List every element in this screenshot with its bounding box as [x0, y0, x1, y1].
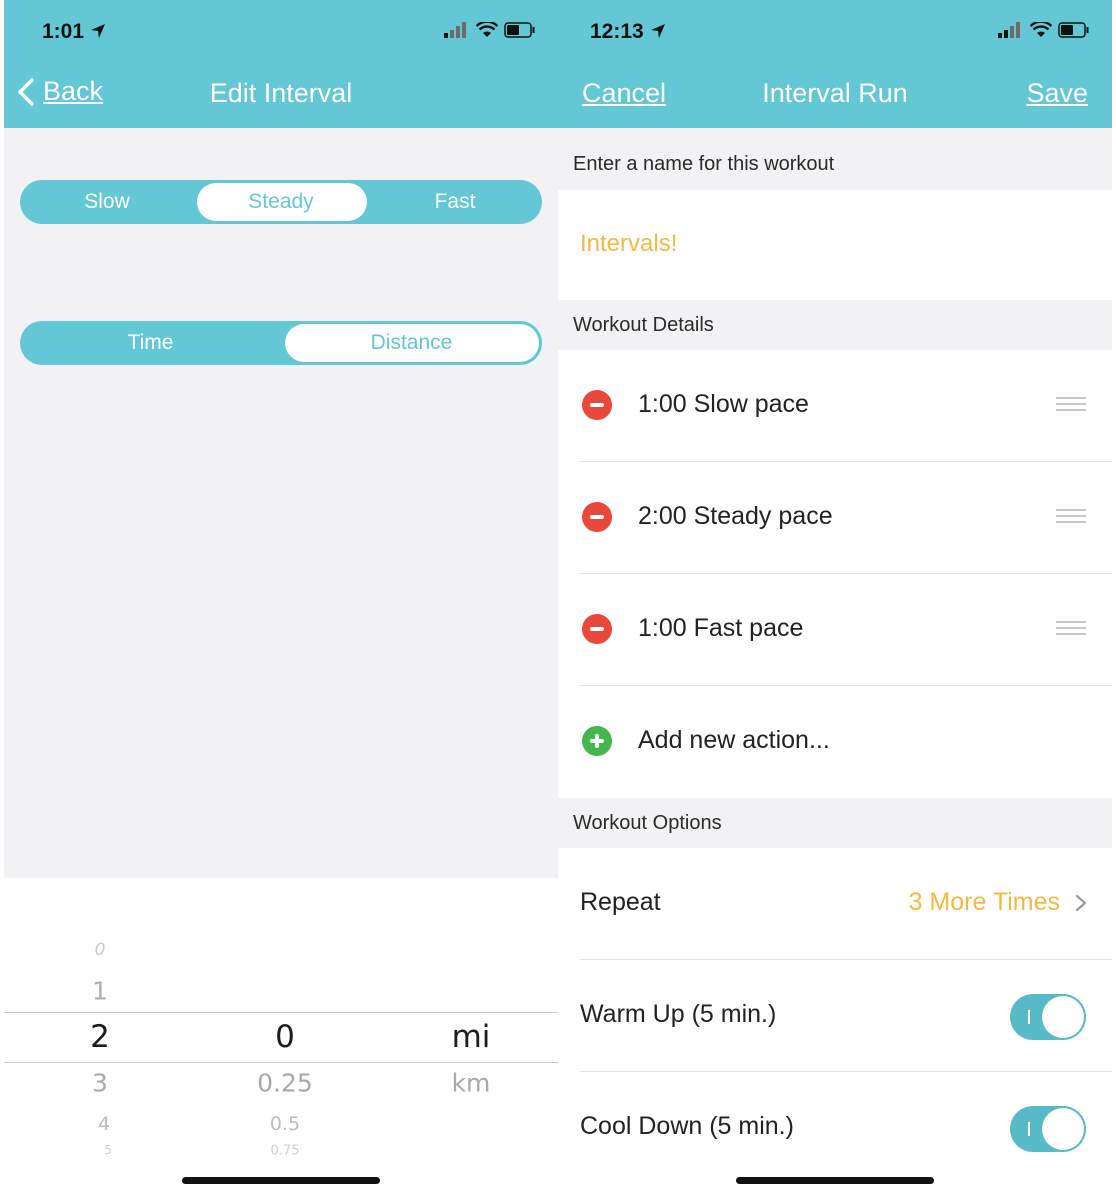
- workout-action-row[interactable]: 1:00 Fast pace: [558, 574, 1112, 686]
- add-action-label: Add new action...: [638, 726, 830, 754]
- drag-handle-icon[interactable]: [1056, 621, 1086, 637]
- warmup-label: Warm Up (5 min.): [580, 1000, 777, 1028]
- repeat-row[interactable]: Repeat 3 More Times: [558, 848, 1112, 960]
- home-indicator: [736, 1177, 934, 1184]
- save-button[interactable]: Save: [1026, 78, 1088, 109]
- pace-option-steady[interactable]: Steady: [194, 183, 368, 221]
- measure-option-time[interactable]: Time: [20, 324, 281, 362]
- signal-icon: [998, 22, 1020, 38]
- workout-name-header: Enter a name for this workout: [573, 153, 835, 175]
- picker-bottom-line: [4, 1062, 558, 1063]
- warmup-toggle[interactable]: [1010, 994, 1086, 1040]
- workout-action-row[interactable]: 2:00 Steady pace: [558, 462, 1112, 574]
- distance-picker[interactable]: 0 1 2 3 4 5 0 0.25 0.5 0.75 mi km: [4, 878, 558, 1190]
- picker-whole-option[interactable]: 1: [92, 977, 108, 1006]
- workout-options-header: Workout Options: [573, 812, 722, 834]
- cooldown-toggle[interactable]: [1010, 1106, 1086, 1152]
- workout-action-label: 1:00 Fast pace: [638, 614, 804, 642]
- remove-action-button[interactable]: [582, 390, 612, 420]
- status-icons: [444, 22, 536, 38]
- workout-action-label: 1:00 Slow pace: [638, 390, 809, 418]
- nav-bar: 1:01 Back Edit Interval: [4, 0, 558, 128]
- status-icons: [998, 22, 1090, 38]
- warmup-row: Warm Up (5 min.): [558, 960, 1112, 1072]
- battery-icon: [504, 22, 535, 38]
- status-time: 1:01: [42, 20, 106, 44]
- measure-segmented-control: Time Distance: [20, 321, 542, 365]
- chevron-right-icon: [1075, 894, 1087, 912]
- status-time: 12:13: [590, 20, 666, 44]
- location-arrow-icon: [90, 24, 105, 38]
- workout-details-header: Workout Details: [573, 314, 714, 336]
- home-indicator: [182, 1177, 380, 1184]
- interval-settings: Slow Steady Fast Time Distance: [4, 128, 558, 878]
- picker-fraction-option[interactable]: 0.75: [271, 1144, 300, 1159]
- signal-icon: [444, 22, 466, 38]
- workout-details-list: 1:00 Slow pace 2:00 Steady pace 1:00 Fas…: [558, 350, 1112, 798]
- picker-top-line: [4, 1012, 558, 1013]
- drag-handle-icon[interactable]: [1056, 509, 1086, 525]
- picker-fraction-selected[interactable]: 0: [275, 1019, 295, 1055]
- picker-unit-selected[interactable]: mi: [452, 1019, 491, 1055]
- remove-action-button[interactable]: [582, 614, 612, 644]
- workout-action-row[interactable]: 1:00 Slow pace: [558, 350, 1112, 462]
- pace-option-fast[interactable]: Fast: [368, 183, 542, 221]
- picker-fraction-option[interactable]: 0.5: [270, 1113, 300, 1135]
- picker-whole-option[interactable]: 5: [104, 1143, 112, 1157]
- workout-action-label: 2:00 Steady pace: [638, 502, 833, 530]
- picker-fraction-option[interactable]: 0.25: [257, 1069, 313, 1098]
- repeat-label: Repeat: [580, 888, 661, 916]
- picker-whole-option[interactable]: 3: [92, 1069, 108, 1098]
- workout-name-panel: Intervals!: [558, 190, 1112, 300]
- remove-action-button[interactable]: [582, 502, 612, 532]
- edit-interval-screen: 1:01 Back Edit Interval Slow Steady Fast…: [4, 0, 558, 1190]
- add-action-icon[interactable]: [582, 726, 612, 756]
- nav-bar: 12:13 Cancel Interval Run Save: [558, 0, 1112, 128]
- interval-run-screen: 12:13 Cancel Interval Run Save Enter a n…: [558, 0, 1112, 1190]
- measure-option-distance[interactable]: Distance: [281, 324, 542, 362]
- page-title: Edit Interval: [209, 78, 353, 108]
- wifi-icon: [476, 22, 498, 37]
- workout-name-input[interactable]: Intervals!: [580, 230, 677, 258]
- cooldown-row: Cool Down (5 min.): [558, 1072, 1112, 1184]
- workout-options-list: Repeat 3 More Times Warm Up (5 min.) Coo…: [558, 848, 1112, 1190]
- cooldown-label: Cool Down (5 min.): [580, 1112, 794, 1140]
- repeat-value[interactable]: 3 More Times: [909, 888, 1060, 917]
- add-action-row[interactable]: Add new action...: [558, 686, 1112, 798]
- picker-whole-selected[interactable]: 2: [90, 1019, 110, 1055]
- picker-whole-option[interactable]: 4: [98, 1113, 110, 1135]
- picker-unit-option[interactable]: km: [452, 1069, 491, 1098]
- picker-whole-option[interactable]: 0: [95, 940, 106, 960]
- battery-icon: [1058, 22, 1089, 38]
- wifi-icon: [1030, 22, 1052, 37]
- pace-segmented-control: Slow Steady Fast: [20, 180, 542, 224]
- pace-option-slow[interactable]: Slow: [20, 183, 194, 221]
- drag-handle-icon[interactable]: [1056, 397, 1086, 413]
- location-arrow-icon: [650, 24, 665, 38]
